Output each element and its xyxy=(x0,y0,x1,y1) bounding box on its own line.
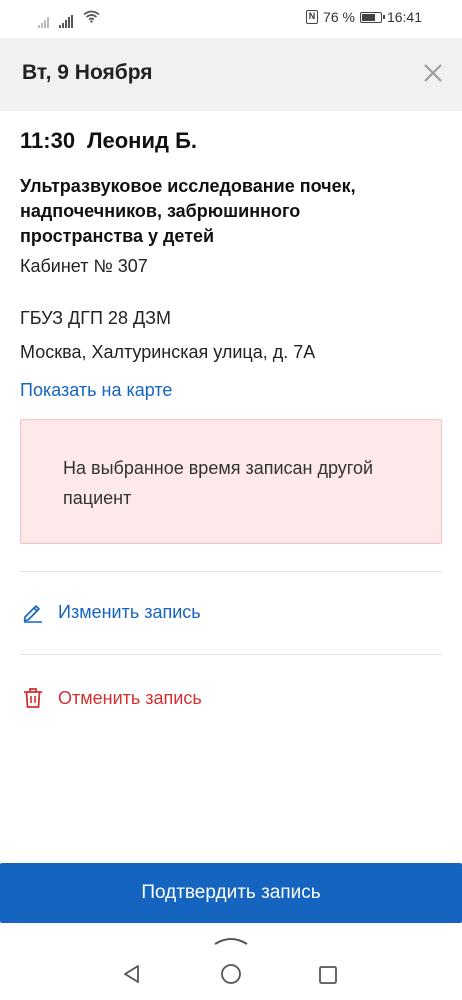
divider xyxy=(20,571,442,572)
nfc-icon: N xyxy=(306,10,319,24)
service-name: Ультразвуковое исследование почек, надпо… xyxy=(20,176,356,246)
status-icons-left xyxy=(38,10,100,28)
cancel-appointment-button[interactable]: Отменить запись xyxy=(20,685,202,711)
edit-appointment-button[interactable]: Изменить запись xyxy=(20,599,201,625)
warning-alert: На выбранное время записан другой пациен… xyxy=(20,419,442,544)
close-icon[interactable] xyxy=(422,62,444,84)
system-navigation-bar xyxy=(0,923,462,1000)
address: Москва, Халтуринская улица, д. 7А xyxy=(20,342,316,362)
wifi-icon xyxy=(83,10,100,28)
modal-header: Вт, 9 Ноября xyxy=(0,38,462,111)
show-on-map-link[interactable]: Показать на карте xyxy=(20,380,172,401)
battery-icon xyxy=(359,11,385,23)
doctor-name: Леонид Б. xyxy=(87,128,197,153)
sim2-signal-icon xyxy=(59,15,73,28)
recent-apps-icon[interactable] xyxy=(318,965,338,990)
page-title: Вт, 9 Ноября xyxy=(22,61,153,84)
chevron-up-icon[interactable] xyxy=(213,933,249,951)
clock: 16:41 xyxy=(386,9,422,25)
trash-icon xyxy=(20,685,46,711)
divider xyxy=(20,654,442,655)
organization-name: ГБУЗ ДГП 28 ДЗМ xyxy=(20,308,172,328)
status-icons-right: N 76 % 16:41 xyxy=(306,9,422,25)
battery-percent: 76 % xyxy=(323,9,355,25)
sim1-signal-icon xyxy=(38,15,49,28)
appointment-heading: 11:30 Леонид Б. xyxy=(20,128,197,154)
back-icon[interactable] xyxy=(121,963,143,990)
pencil-icon xyxy=(20,599,46,625)
status-bar: N 76 % 16:41 xyxy=(0,0,462,38)
appointment-time: 11:30 xyxy=(20,128,76,153)
cancel-appointment-label: Отменить запись xyxy=(58,687,202,708)
cabinet-number: Кабинет № 307 xyxy=(20,256,148,276)
alert-text: На выбранное время записан другой пациен… xyxy=(63,458,374,508)
home-icon[interactable] xyxy=(220,963,242,990)
edit-appointment-label: Изменить запись xyxy=(58,601,201,622)
confirm-appointment-button[interactable]: Подтвердить запись xyxy=(0,863,462,923)
